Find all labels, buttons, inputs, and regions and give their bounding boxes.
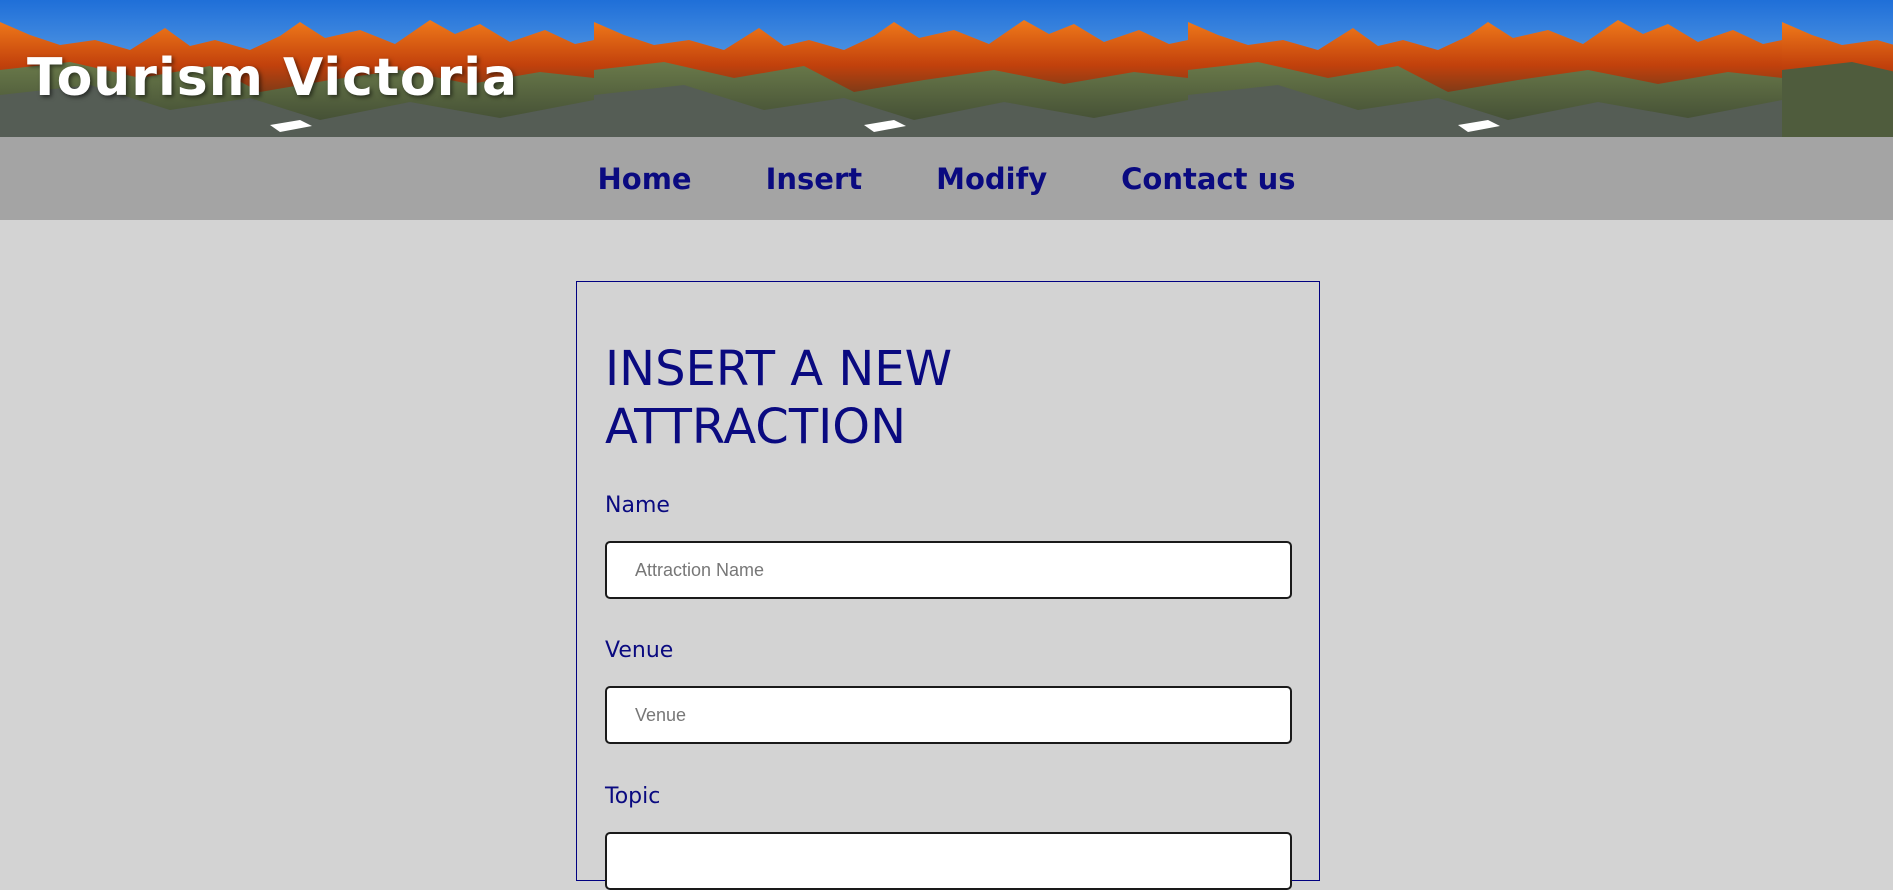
header-banner: Tourism Victoria [0,0,1893,137]
nav-item-contact: Contact us [1084,162,1332,196]
nav-link-home[interactable]: Home [598,162,692,196]
site-title: Tourism Victoria [27,48,519,108]
nav-link-insert[interactable]: Insert [766,162,863,196]
nav-item-insert: Insert [729,162,900,196]
topic-input[interactable] [605,832,1292,890]
venue-label: Venue [605,638,674,663]
name-label: Name [605,493,670,518]
insert-attraction-form: INSERT A NEW ATTRACTION Name Venue Topic [576,281,1320,890]
banner-tile [1188,0,1782,137]
form-heading: INSERT A NEW ATTRACTION [605,341,953,455]
nav-item-home: Home [561,162,729,196]
topic-label: Topic [605,784,661,809]
nav-link-modify[interactable]: Modify [936,162,1047,196]
nav-item-modify: Modify [899,162,1084,196]
nav-list: Home Insert Modify Contact us [0,137,1893,220]
main-navigation: Home Insert Modify Contact us [0,137,1893,220]
attraction-name-input[interactable] [605,541,1292,599]
banner-tile [1782,0,1893,137]
nav-link-contact-us[interactable]: Contact us [1121,162,1295,196]
venue-input[interactable] [605,686,1292,744]
banner-tile [594,0,1188,137]
